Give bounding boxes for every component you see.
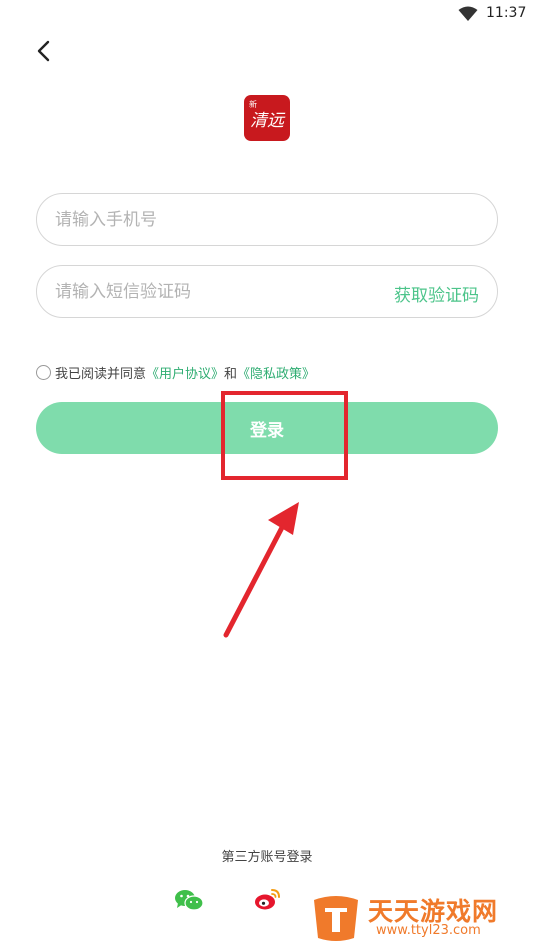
- status-time: 11:37: [486, 5, 527, 21]
- user-agreement-link[interactable]: 《用户协议》: [146, 363, 224, 382]
- annotation-arrow: [223, 502, 299, 638]
- sms-code-field: 获取验证码: [36, 265, 498, 318]
- phone-field: [36, 193, 498, 246]
- watermark: 天天游戏网 www.ttyl23.com: [310, 892, 530, 946]
- wechat-icon[interactable]: [174, 888, 204, 912]
- agreement-and: 和: [224, 366, 238, 382]
- third-party-title: 第三方账号登录: [221, 850, 313, 865]
- login-button[interactable]: 登录: [36, 402, 498, 454]
- privacy-policy-link[interactable]: 《隐私政策》: [237, 363, 315, 382]
- sms-code-input[interactable]: [55, 266, 375, 317]
- agreement-prefix: 我已阅读并同意: [55, 366, 147, 382]
- wifi-icon: [458, 6, 478, 21]
- logo-badge: 新: [249, 99, 257, 109]
- weibo-icon[interactable]: [254, 886, 282, 912]
- status-bar: 11:37: [0, 0, 534, 28]
- login-button-label: 登录: [250, 420, 284, 441]
- get-code-button[interactable]: 获取验证码: [394, 281, 479, 306]
- agreement-checkbox[interactable]: [36, 364, 51, 380]
- watermark-url: www.ttyl23.com: [376, 923, 481, 938]
- app-logo: 清远 新: [244, 95, 290, 141]
- watermark-logo-icon: [314, 896, 358, 941]
- chevron-left-icon[interactable]: [32, 38, 58, 64]
- agreement-row: 我已阅读并同意 《用户协议》 和 《隐私政策》: [36, 363, 315, 382]
- phone-input[interactable]: [55, 194, 375, 245]
- logo-text: 清远: [250, 111, 286, 131]
